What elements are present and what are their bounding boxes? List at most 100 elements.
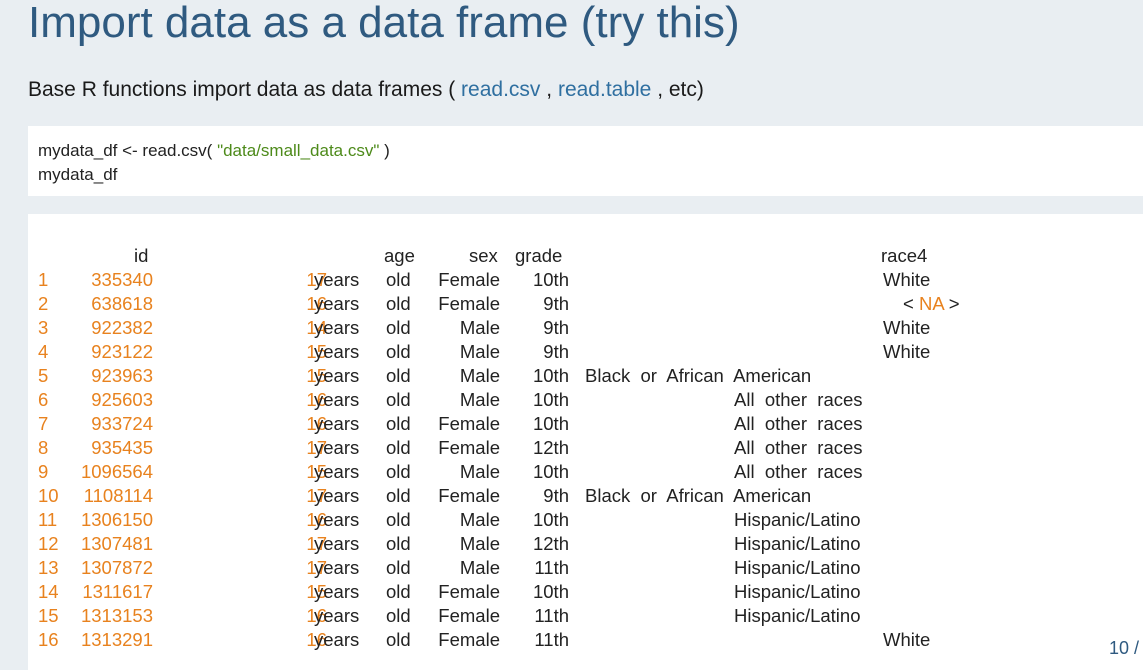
header-sex: sex bbox=[469, 245, 498, 266]
cell-grade: 10th bbox=[532, 365, 569, 386]
cell-age-old: old bbox=[386, 317, 411, 338]
row-number: 13 bbox=[38, 557, 59, 578]
cell-sex: Male bbox=[459, 533, 500, 554]
code-string: "data/small_data.csv" bbox=[217, 141, 380, 160]
row-number: 4 bbox=[38, 341, 49, 362]
cell-id: 923963 bbox=[91, 365, 153, 386]
cell-age-years: years bbox=[314, 389, 360, 410]
read-csv-link: read.csv bbox=[461, 78, 541, 101]
cell-age-years: years bbox=[314, 533, 360, 554]
slide-title: Import data as a data frame (try this) bbox=[28, 0, 740, 47]
row-number: 5 bbox=[38, 365, 49, 386]
read-table-link: read.table bbox=[557, 78, 652, 101]
cell-age-years: years bbox=[314, 557, 360, 578]
header-age: age bbox=[384, 245, 415, 266]
row-number: 14 bbox=[38, 581, 59, 602]
row-number: 2 bbox=[38, 293, 49, 314]
cell-sex: Male bbox=[459, 389, 500, 410]
cell-sex: Male bbox=[459, 365, 500, 386]
header-grade: grade bbox=[515, 245, 563, 266]
row-number: 7 bbox=[38, 413, 49, 434]
cell-grade: 12th bbox=[532, 533, 569, 554]
cell-age-years: years bbox=[314, 581, 360, 602]
cell-age-old: old bbox=[386, 509, 411, 530]
cell-race: White bbox=[883, 269, 931, 290]
cell-grade: 11th bbox=[534, 629, 569, 650]
cell-race: Hispanic/Latino bbox=[734, 605, 861, 626]
cell-sex: Female bbox=[438, 293, 500, 314]
cell-id: 1313153 bbox=[80, 605, 153, 626]
row-number: 3 bbox=[38, 317, 49, 338]
cell-id: 1307481 bbox=[80, 533, 153, 554]
cell-age-old: old bbox=[386, 413, 411, 434]
cell-sex: Female bbox=[438, 413, 500, 434]
cell-age-years: years bbox=[314, 509, 360, 530]
cell-grade: 10th bbox=[532, 461, 569, 482]
cell-sex: Female bbox=[438, 269, 500, 290]
row-number: 10 bbox=[38, 485, 59, 506]
cell-grade: 10th bbox=[532, 509, 569, 530]
cell-race: All other races bbox=[734, 389, 863, 410]
cell-id: 638618 bbox=[91, 293, 153, 314]
cell-race: White bbox=[883, 629, 931, 650]
cell-id: 1313291 bbox=[80, 629, 153, 650]
cell-race: Hispanic/Latino bbox=[734, 557, 861, 578]
cell-grade: 9th bbox=[543, 485, 569, 506]
row-number: 15 bbox=[38, 605, 59, 626]
cell-age-years: years bbox=[314, 269, 360, 290]
cell-age-years: years bbox=[314, 485, 360, 506]
cell-age-years: years bbox=[314, 437, 360, 458]
cell-age-years: years bbox=[314, 293, 360, 314]
cell-race: All other races bbox=[734, 461, 863, 482]
row-number: 16 bbox=[38, 629, 59, 650]
cell-grade: 9th bbox=[543, 341, 569, 362]
cell-sex: Female bbox=[438, 581, 500, 602]
cell-grade: 10th bbox=[532, 413, 569, 434]
row-number: 1 bbox=[38, 269, 49, 290]
output-block: id age sex grade race4 1 335340 17 years old… bbox=[28, 214, 1143, 670]
cell-race-na: < NA > bbox=[903, 292, 960, 316]
cell-id: 335340 bbox=[91, 269, 153, 290]
cell-grade: 10th bbox=[532, 389, 569, 410]
code-block: mydata_df <- read.csv( "data/small_data.… bbox=[28, 126, 1143, 196]
subtitle-prefix: Base R functions import data as data fra… bbox=[28, 78, 456, 101]
cell-id: 925603 bbox=[91, 389, 153, 410]
row-number: 6 bbox=[38, 389, 49, 410]
cell-sex: Male bbox=[459, 557, 500, 578]
cell-race: Hispanic/Latino bbox=[734, 533, 861, 554]
cell-age-old: old bbox=[386, 485, 411, 506]
cell-race: Hispanic/Latino bbox=[734, 509, 861, 530]
cell-age-years: years bbox=[314, 605, 360, 626]
cell-age-old: old bbox=[386, 461, 411, 482]
cell-sex: Male bbox=[459, 509, 500, 530]
cell-age-years: years bbox=[314, 365, 360, 386]
cell-race: All other races bbox=[734, 413, 863, 434]
cell-age-old: old bbox=[386, 341, 411, 362]
code-line-1-prefix: mydata_df <- read.csv( bbox=[38, 141, 213, 160]
cell-age-years: years bbox=[314, 341, 360, 362]
cell-age-old: old bbox=[386, 581, 411, 602]
cell-race: Black or African American bbox=[585, 365, 812, 386]
cell-id: 923122 bbox=[91, 341, 153, 362]
cell-id: 1306150 bbox=[80, 509, 153, 530]
cell-sex: Female bbox=[438, 629, 500, 650]
page-number: 10 / bbox=[1108, 638, 1139, 658]
slide-subtitle: Base R functions import data as data fra… bbox=[28, 76, 704, 104]
cell-race: All other races bbox=[734, 437, 863, 458]
cell-age-old: old bbox=[386, 437, 411, 458]
cell-id: 933724 bbox=[91, 413, 153, 434]
cell-grade: 10th bbox=[532, 269, 569, 290]
cell-race: White bbox=[883, 341, 931, 362]
row-number: 8 bbox=[38, 437, 49, 458]
cell-sex: Female bbox=[438, 485, 500, 506]
cell-age-years: years bbox=[314, 413, 360, 434]
cell-id: 1307872 bbox=[80, 557, 153, 578]
subtitle-separator: , bbox=[546, 78, 553, 101]
cell-age-old: old bbox=[386, 269, 411, 290]
code-line-1: mydata_df <- read.csv( "data/small_data.… bbox=[38, 140, 390, 162]
cell-age-old: old bbox=[386, 557, 411, 578]
cell-age-old: old bbox=[386, 629, 411, 650]
cell-id: 1311617 bbox=[82, 581, 153, 602]
code-line-2: mydata_df bbox=[38, 165, 118, 184]
row-number: 11 bbox=[38, 509, 58, 530]
